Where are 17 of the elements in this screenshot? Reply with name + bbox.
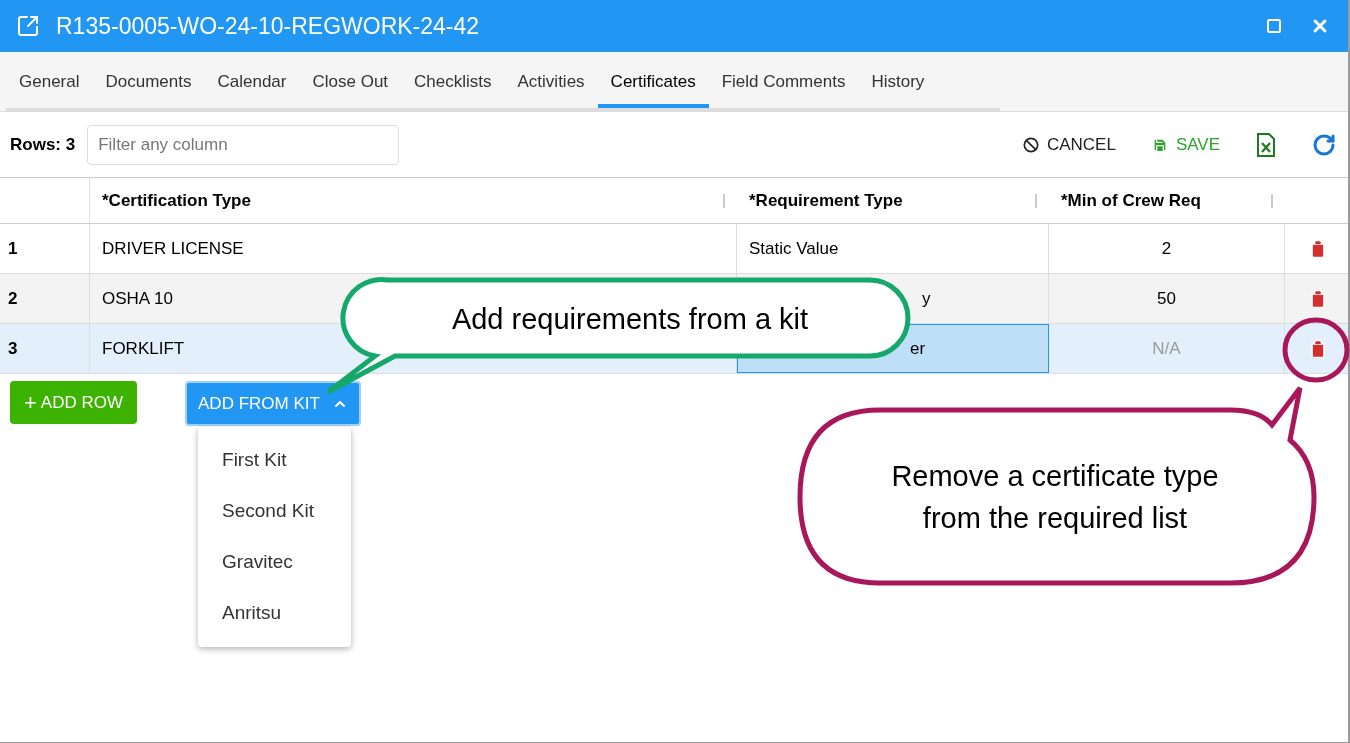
plus-icon: + xyxy=(24,391,37,414)
table-cell-text: Static Value xyxy=(749,237,839,260)
row-number: 3 xyxy=(8,337,18,360)
window-title: R135-0005-WO-24-10-REGWORK-24-42 xyxy=(56,11,480,41)
table-cell-text: 2 xyxy=(1161,237,1172,260)
table-cell-text: N/A xyxy=(1152,337,1181,360)
table-cell-text: er xyxy=(910,337,926,360)
table-cell-text: FORKLIFT xyxy=(102,337,185,360)
table-cell-text: y xyxy=(922,287,931,310)
callout-tooltip-text: Add requirements from a kit xyxy=(450,302,810,337)
row-count: Rows: 3 xyxy=(10,133,76,156)
table-cell-text: DRIVER LICENSE xyxy=(102,237,244,260)
row-number: 2 xyxy=(8,287,18,310)
callout-tooltip-text: Remove a certificate type from the required list xyxy=(890,459,1220,536)
table-cell-text: OSHA 10 xyxy=(102,287,173,310)
row-number: 1 xyxy=(8,237,18,260)
table-cell-text: 50 xyxy=(1157,287,1176,310)
